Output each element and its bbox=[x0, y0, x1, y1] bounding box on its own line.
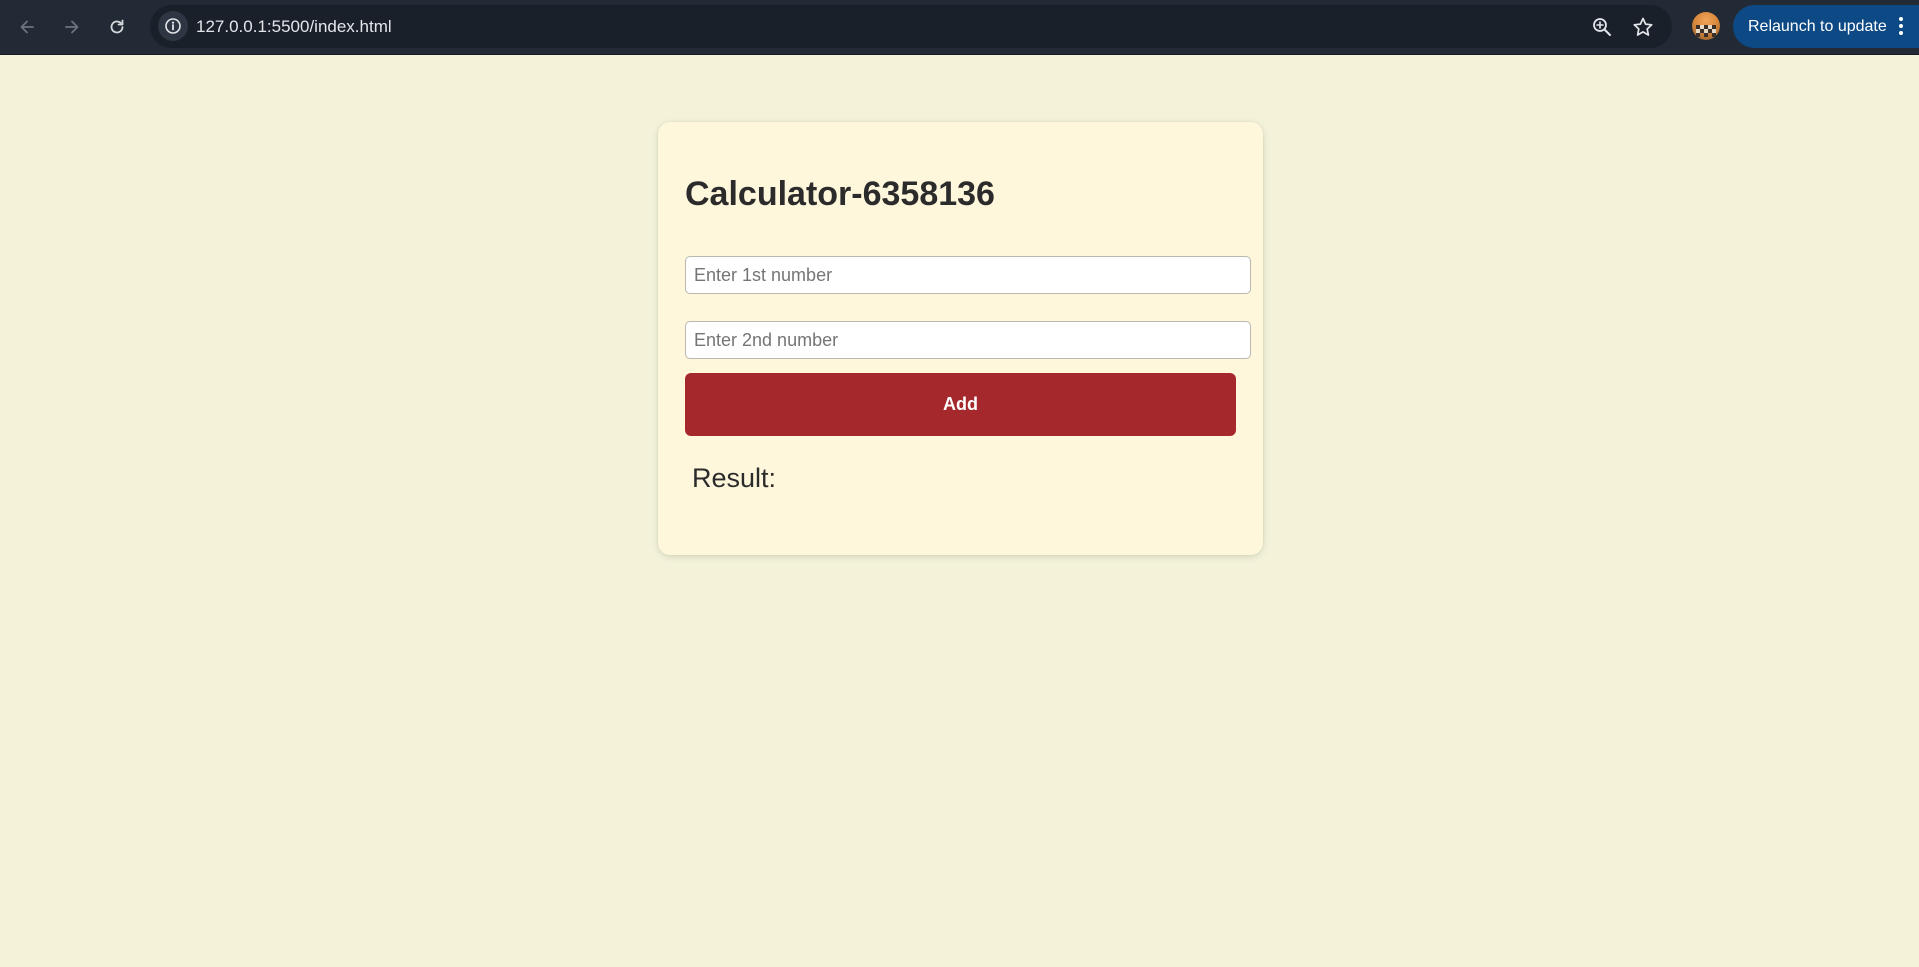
star-icon bbox=[1633, 17, 1653, 36]
forward-button[interactable] bbox=[57, 12, 87, 42]
avatar-image bbox=[1696, 25, 1716, 37]
url-text[interactable]: 127.0.0.1:5500/index.html bbox=[196, 5, 392, 48]
result-display: Result: bbox=[692, 462, 776, 494]
calculator-card: Calculator-6358136 Add Result: bbox=[658, 122, 1263, 555]
browser-menu-button[interactable] bbox=[1889, 14, 1913, 38]
arrow-right-icon bbox=[65, 20, 79, 34]
reload-button[interactable] bbox=[102, 12, 132, 42]
add-button[interactable]: Add bbox=[685, 373, 1236, 436]
bookmark-button[interactable] bbox=[1631, 15, 1655, 39]
second-number-input[interactable] bbox=[685, 321, 1251, 359]
address-bar[interactable]: 127.0.0.1:5500/index.html bbox=[150, 5, 1672, 48]
reload-icon bbox=[110, 19, 124, 34]
info-icon bbox=[165, 18, 181, 34]
page-title: Calculator-6358136 bbox=[685, 175, 995, 213]
zoom-button[interactable] bbox=[1590, 15, 1614, 39]
relaunch-label: Relaunch to update bbox=[1748, 18, 1887, 35]
first-number-input[interactable] bbox=[685, 256, 1251, 294]
result-label: Result: bbox=[692, 463, 777, 493]
back-button[interactable] bbox=[12, 12, 42, 42]
relaunch-to-update-button[interactable]: Relaunch to update bbox=[1733, 5, 1919, 48]
kebab-menu-icon bbox=[1899, 17, 1903, 35]
zoom-icon bbox=[1593, 18, 1611, 36]
arrow-left-icon bbox=[20, 20, 34, 34]
browser-toolbar: 127.0.0.1:5500/index.html Relaunch to up… bbox=[0, 0, 1919, 55]
site-info-button[interactable] bbox=[158, 11, 188, 41]
avatar[interactable] bbox=[1692, 12, 1720, 40]
